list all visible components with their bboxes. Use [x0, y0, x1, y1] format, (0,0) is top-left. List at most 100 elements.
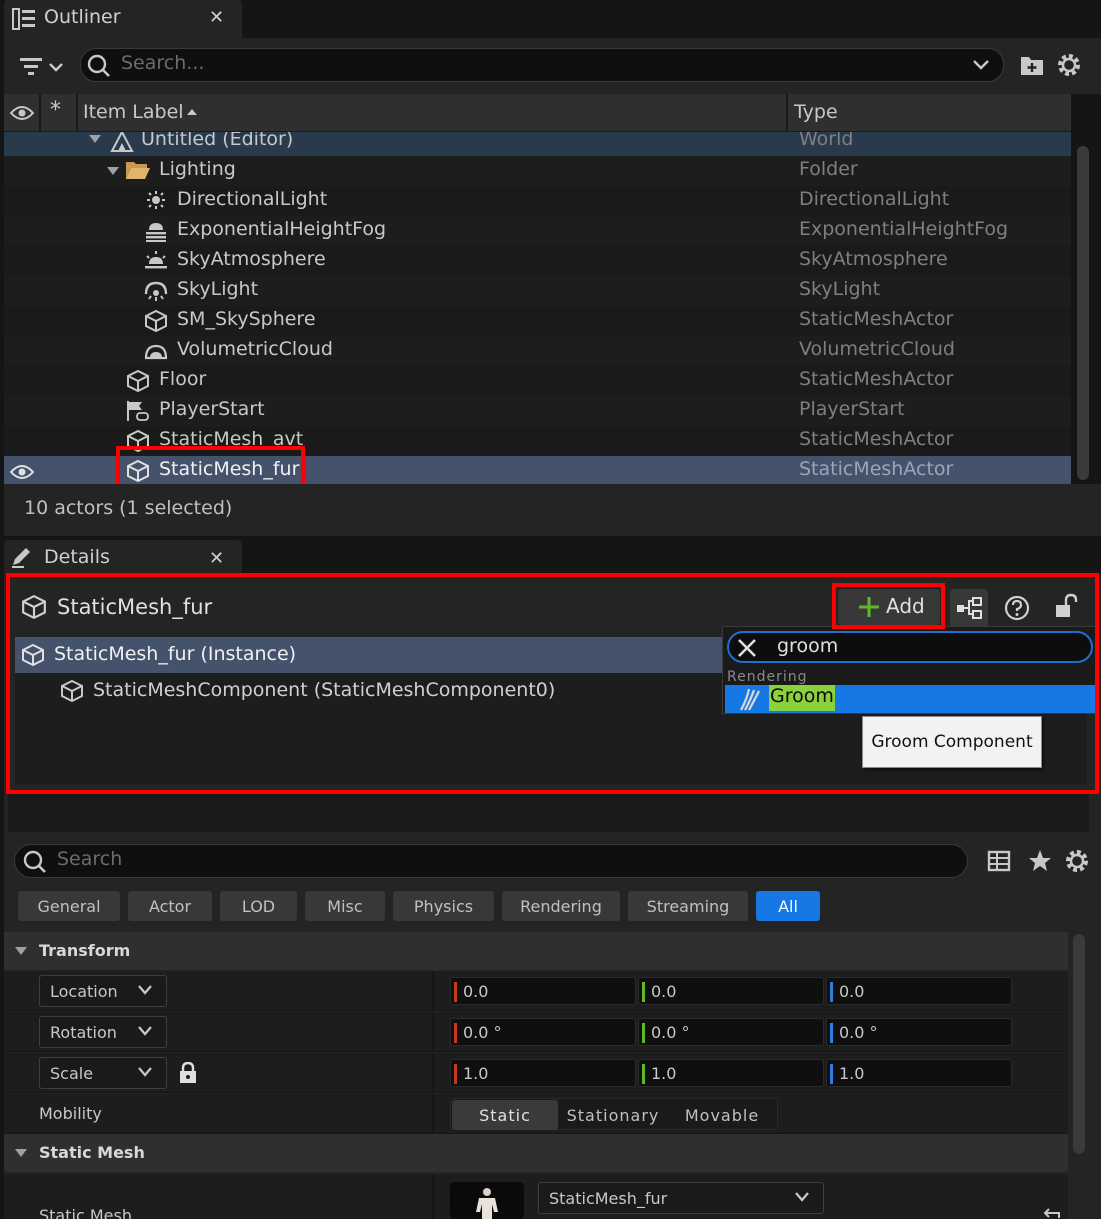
tree-row-skyatmosphere[interactable]: SkyAtmosphere SkyAtmosphere [4, 246, 1071, 276]
location-y-field[interactable]: 0.0 [638, 977, 824, 1005]
tree-row-playerstart[interactable]: PlayerStart PlayerStart [4, 396, 1071, 426]
star-icon[interactable] [1028, 849, 1052, 873]
tree-row-staticmesh-fur[interactable]: StaticMesh_fur StaticMeshActor [4, 456, 1071, 484]
actor-count-status: 10 actors (1 selected) [24, 497, 233, 519]
category-physics-button[interactable]: Physics [393, 891, 494, 921]
dropdown-item-groom[interactable]: Groom [725, 685, 1095, 713]
details-tab[interactable]: Details ✕ [4, 540, 242, 574]
field-value: 1.0 [651, 1064, 677, 1083]
world-icon [110, 132, 134, 152]
tree-row-type: DirectionalLight [799, 188, 950, 210]
details-search-input[interactable]: Search [14, 844, 968, 878]
tree-row-volumetriccloud[interactable]: VolumetricCloud VolumetricCloud [4, 336, 1071, 366]
field-value: 1.0 [463, 1064, 489, 1083]
outliner-scrollbar[interactable] [1077, 146, 1089, 480]
component-search-input[interactable]: groom [727, 631, 1093, 663]
category-all-button[interactable]: All [756, 891, 820, 921]
tree-row-type: StaticMeshActor [799, 368, 954, 390]
type-column-header[interactable]: Type [794, 101, 838, 123]
property-label: Scale [50, 1064, 94, 1083]
category-actor-button[interactable]: Actor [128, 891, 212, 921]
tree-row-type: StaticMeshActor [799, 308, 954, 330]
rotation-x-field[interactable]: 0.0 ° [450, 1018, 636, 1046]
clear-icon[interactable] [738, 639, 756, 657]
location-x-field[interactable]: 0.0 [450, 977, 636, 1005]
category-label: Physics [413, 896, 474, 916]
outliner-header: * Item Label Type [4, 94, 1071, 132]
tree-row-label: StaticMesh_fur [159, 458, 300, 480]
tree-row-type: SkyAtmosphere [799, 248, 948, 270]
option-label: Static [479, 1105, 531, 1125]
outliner-search-input[interactable]: Search... [80, 48, 1004, 82]
scale-y-field[interactable]: 1.0 [638, 1059, 824, 1087]
pin-column-icon[interactable]: * [50, 98, 61, 123]
expand-arrow-icon[interactable] [106, 166, 120, 176]
add-component-button[interactable]: Add [838, 589, 940, 625]
category-streaming-button[interactable]: Streaming [628, 891, 748, 921]
scale-x-field[interactable]: 1.0 [450, 1059, 636, 1087]
rotation-z-field[interactable]: 0.0 ° [826, 1018, 1012, 1046]
tree-row-floor[interactable]: Floor StaticMeshActor [4, 366, 1071, 396]
location-dropdown[interactable]: Location [39, 975, 167, 1007]
tree-row-staticmesh-avt[interactable]: StaticMesh_avt StaticMeshActor [4, 426, 1071, 456]
sky-atmosphere-icon [144, 250, 168, 272]
filter-icon[interactable] [18, 56, 64, 78]
tree-row-world[interactable]: Untitled (Editor) World [4, 132, 1071, 156]
help-icon[interactable] [1004, 595, 1030, 621]
category-rendering-button[interactable]: Rendering [502, 891, 620, 921]
tree-row-type: SkyLight [799, 278, 881, 300]
reset-arrow-icon[interactable] [1042, 1208, 1060, 1219]
location-z-field[interactable]: 0.0 [826, 977, 1012, 1005]
section-title: Static Mesh [39, 1143, 145, 1162]
asset-name: StaticMesh_fur [549, 1189, 668, 1208]
category-general-button[interactable]: General [18, 891, 120, 921]
option-label: Movable [684, 1105, 760, 1125]
category-misc-button[interactable]: Misc [305, 891, 385, 921]
field-value: 1.0 [839, 1064, 865, 1083]
tree-row-label: PlayerStart [159, 398, 265, 420]
tree-row-type: StaticMeshActor [799, 428, 954, 450]
static-mesh-asset-dropdown[interactable]: StaticMesh_fur [538, 1182, 824, 1214]
eye-icon[interactable] [10, 464, 34, 480]
mesh-thumbnail[interactable] [450, 1182, 524, 1219]
unlock-icon[interactable] [1054, 593, 1078, 619]
sort-ascending-icon[interactable] [186, 108, 198, 116]
tree-row-label: SkyLight [177, 278, 259, 300]
outliner-tab[interactable]: Outliner ✕ [4, 0, 242, 38]
category-lod-button[interactable]: LOD [220, 891, 297, 921]
scale-z-field[interactable]: 1.0 [826, 1059, 1012, 1087]
tree-row-lighting-folder[interactable]: Lighting Folder [4, 156, 1071, 186]
field-value: 0.0 ° [463, 1023, 502, 1042]
scale-dropdown[interactable]: Scale [39, 1057, 167, 1089]
item-label-column-header[interactable]: Item Label [83, 101, 184, 123]
tree-row-sm-skysphere[interactable]: SM_SkySphere StaticMeshActor [4, 306, 1071, 336]
expand-arrow-icon[interactable] [88, 134, 102, 144]
tree-row-directionallight[interactable]: DirectionalLight DirectionalLight [4, 186, 1071, 216]
table-view-icon[interactable] [987, 850, 1011, 872]
transform-section-header[interactable]: Transform [4, 932, 1068, 970]
tree-row-label: ExponentialHeightFog [177, 218, 387, 240]
tree-row-exponentialheightfog[interactable]: ExponentialHeightFog ExponentialHeightFo… [4, 216, 1071, 246]
static-mesh-section-header[interactable]: Static Mesh [4, 1134, 1068, 1172]
eye-icon[interactable] [10, 105, 34, 121]
gear-icon[interactable] [1056, 52, 1082, 78]
blueprint-button[interactable] [950, 589, 988, 627]
mobility-stationary-option[interactable]: Stationary [560, 1100, 666, 1130]
mobility-static-option[interactable]: Static [452, 1100, 558, 1130]
mobility-movable-option[interactable]: Movable [668, 1100, 776, 1130]
chevron-down-icon[interactable] [973, 60, 989, 70]
add-folder-icon[interactable] [1020, 54, 1044, 76]
collapse-arrow-icon [14, 1148, 28, 1158]
lock-icon[interactable] [179, 1062, 197, 1084]
rotation-y-field[interactable]: 0.0 ° [638, 1018, 824, 1046]
close-icon[interactable]: ✕ [209, 7, 224, 28]
chevron-down-icon [138, 1026, 152, 1036]
tree-row-type: World [799, 132, 854, 150]
close-icon[interactable]: ✕ [209, 548, 224, 569]
gear-icon[interactable] [1064, 848, 1090, 874]
dropdown-category-label: Rendering [727, 669, 808, 685]
rotation-dropdown[interactable]: Rotation [39, 1016, 167, 1048]
details-scrollbar[interactable] [1073, 934, 1085, 1154]
tree-row-type: VolumetricCloud [799, 338, 955, 360]
tree-row-skylight[interactable]: SkyLight SkyLight [4, 276, 1071, 306]
